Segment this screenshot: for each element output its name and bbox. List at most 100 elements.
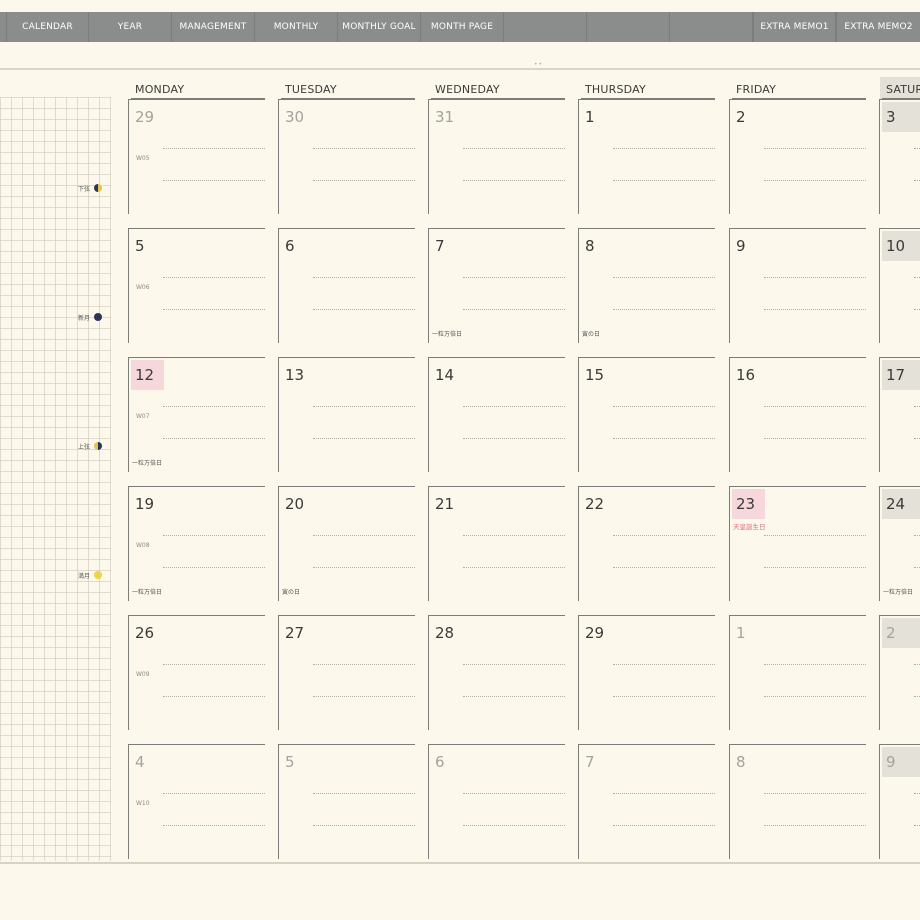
memo-line — [914, 277, 920, 278]
day-cell[interactable]: 14 — [428, 357, 565, 472]
day-cell[interactable]: 10 — [879, 228, 920, 343]
memo-line — [613, 535, 715, 536]
moon-label: 新月 — [78, 314, 91, 322]
day-cell[interactable]: 17 — [879, 357, 920, 472]
day-cell[interactable]: 16 — [729, 357, 866, 472]
memo-line — [163, 696, 265, 697]
memo-line — [313, 696, 415, 697]
day-header-monday: MONDAY — [135, 83, 185, 96]
memo-line — [163, 438, 265, 439]
day-cell[interactable]: 23 天皇誕生日 — [729, 486, 866, 601]
day-cell[interactable]: 13 — [278, 357, 415, 472]
cell-left-rule — [278, 744, 279, 859]
day-cell[interactable]: 21 — [428, 486, 565, 601]
day-cell[interactable]: 26 W09 — [128, 615, 265, 730]
day-number: 28 — [435, 624, 455, 642]
memo-line — [463, 793, 565, 794]
day-header-tuesday: TUESDAY — [285, 83, 337, 96]
day-cell[interactable]: 2 — [729, 99, 866, 214]
day-cell[interactable]: 9 — [879, 744, 920, 859]
tab-calendar[interactable]: CALENDAR — [7, 12, 89, 42]
memo-line — [764, 406, 866, 407]
memo-line — [914, 696, 920, 697]
day-cell[interactable]: 27 — [278, 615, 415, 730]
tab-monthly[interactable]: MONTHLY — [255, 12, 338, 42]
tab-management[interactable]: MANAGEMENT — [172, 12, 255, 42]
day-number: 24 — [882, 489, 920, 519]
day-cell[interactable]: 30 — [278, 99, 415, 214]
drag-handle[interactable]: •• — [534, 61, 543, 68]
tab-stub — [0, 12, 7, 42]
cell-left-rule — [278, 228, 279, 343]
tab-year[interactable]: YEAR — [89, 12, 172, 42]
memo-line — [764, 148, 866, 149]
cell-left-rule — [879, 486, 880, 601]
tab-extra-memo1[interactable]: EXTRA MEMO1 — [753, 12, 836, 42]
memo-line — [313, 277, 415, 278]
week-number: W08 — [136, 542, 150, 549]
memo-line — [313, 664, 415, 665]
day-cell[interactable]: 1 — [729, 615, 866, 730]
day-cell[interactable]: 8 — [729, 744, 866, 859]
day-cell[interactable]: 29 — [578, 615, 715, 730]
day-cell[interactable]: 7 一粒万倍日 — [428, 228, 565, 343]
cell-left-rule — [578, 744, 579, 859]
tab-empty-2[interactable] — [587, 12, 670, 42]
day-cell[interactable]: 2 — [879, 615, 920, 730]
memo-line — [463, 180, 565, 181]
memo-line — [163, 406, 265, 407]
day-cell[interactable]: 12 W07 一粒万倍日 — [128, 357, 265, 472]
cell-top-rule — [278, 99, 415, 100]
first-quarter-moon-icon — [94, 442, 103, 450]
day-cell[interactable]: 28 — [428, 615, 565, 730]
memo-line — [914, 406, 920, 407]
cell-left-rule — [879, 615, 880, 730]
cell-top-rule — [879, 486, 920, 487]
tab-month-page[interactable]: MONTH PAGE — [421, 12, 504, 42]
cell-top-rule — [879, 99, 920, 100]
day-number: 23 — [732, 489, 765, 519]
tab-empty-3[interactable] — [670, 12, 753, 42]
day-cell[interactable]: 8 寅の日 — [578, 228, 715, 343]
cell-left-rule — [879, 744, 880, 859]
day-cell[interactable]: 6 — [428, 744, 565, 859]
cell-top-rule — [428, 357, 565, 358]
cell-top-rule — [128, 357, 265, 358]
notes-grid[interactable] — [0, 97, 111, 861]
memo-line — [163, 825, 265, 826]
day-cell[interactable]: 5 W06 — [128, 228, 265, 343]
day-number: 26 — [135, 624, 155, 642]
day-cell[interactable]: 24 一粒万倍日 — [879, 486, 920, 601]
day-cell[interactable]: 3 — [879, 99, 920, 214]
day-cell[interactable]: 9 — [729, 228, 866, 343]
day-cell[interactable]: 19 W08 一粒万倍日 — [128, 486, 265, 601]
day-cell[interactable]: 1 — [578, 99, 715, 214]
cell-top-rule — [578, 228, 715, 229]
memo-line — [914, 664, 920, 665]
day-cell[interactable]: 4 W10 — [128, 744, 265, 859]
day-cell[interactable]: 22 — [578, 486, 715, 601]
day-cell[interactable]: 7 — [578, 744, 715, 859]
full-moon-icon — [94, 571, 103, 579]
day-number: 20 — [285, 495, 305, 513]
day-number: 29 — [585, 624, 605, 642]
tab-empty-1[interactable] — [504, 12, 587, 42]
cell-top-rule — [578, 615, 715, 616]
tab-monthly-goal[interactable]: MONTHLY GOAL — [338, 12, 421, 42]
tab-extra-memo2[interactable]: EXTRA MEMO2 — [836, 12, 920, 42]
day-number: 17 — [882, 360, 920, 390]
memo-line — [914, 825, 920, 826]
cell-top-rule — [428, 486, 565, 487]
day-cell[interactable]: 5 — [278, 744, 415, 859]
day-cell[interactable]: 6 — [278, 228, 415, 343]
memo-line — [764, 438, 866, 439]
cell-top-rule — [729, 228, 866, 229]
memo-line — [163, 180, 265, 181]
day-cell[interactable]: 31 — [428, 99, 565, 214]
memo-line — [313, 309, 415, 310]
day-cell[interactable]: 29 W05 — [128, 99, 265, 214]
day-cell[interactable]: 15 — [578, 357, 715, 472]
day-number: 9 — [882, 747, 920, 777]
cell-top-rule — [578, 744, 715, 745]
day-cell[interactable]: 20 寅の日 — [278, 486, 415, 601]
